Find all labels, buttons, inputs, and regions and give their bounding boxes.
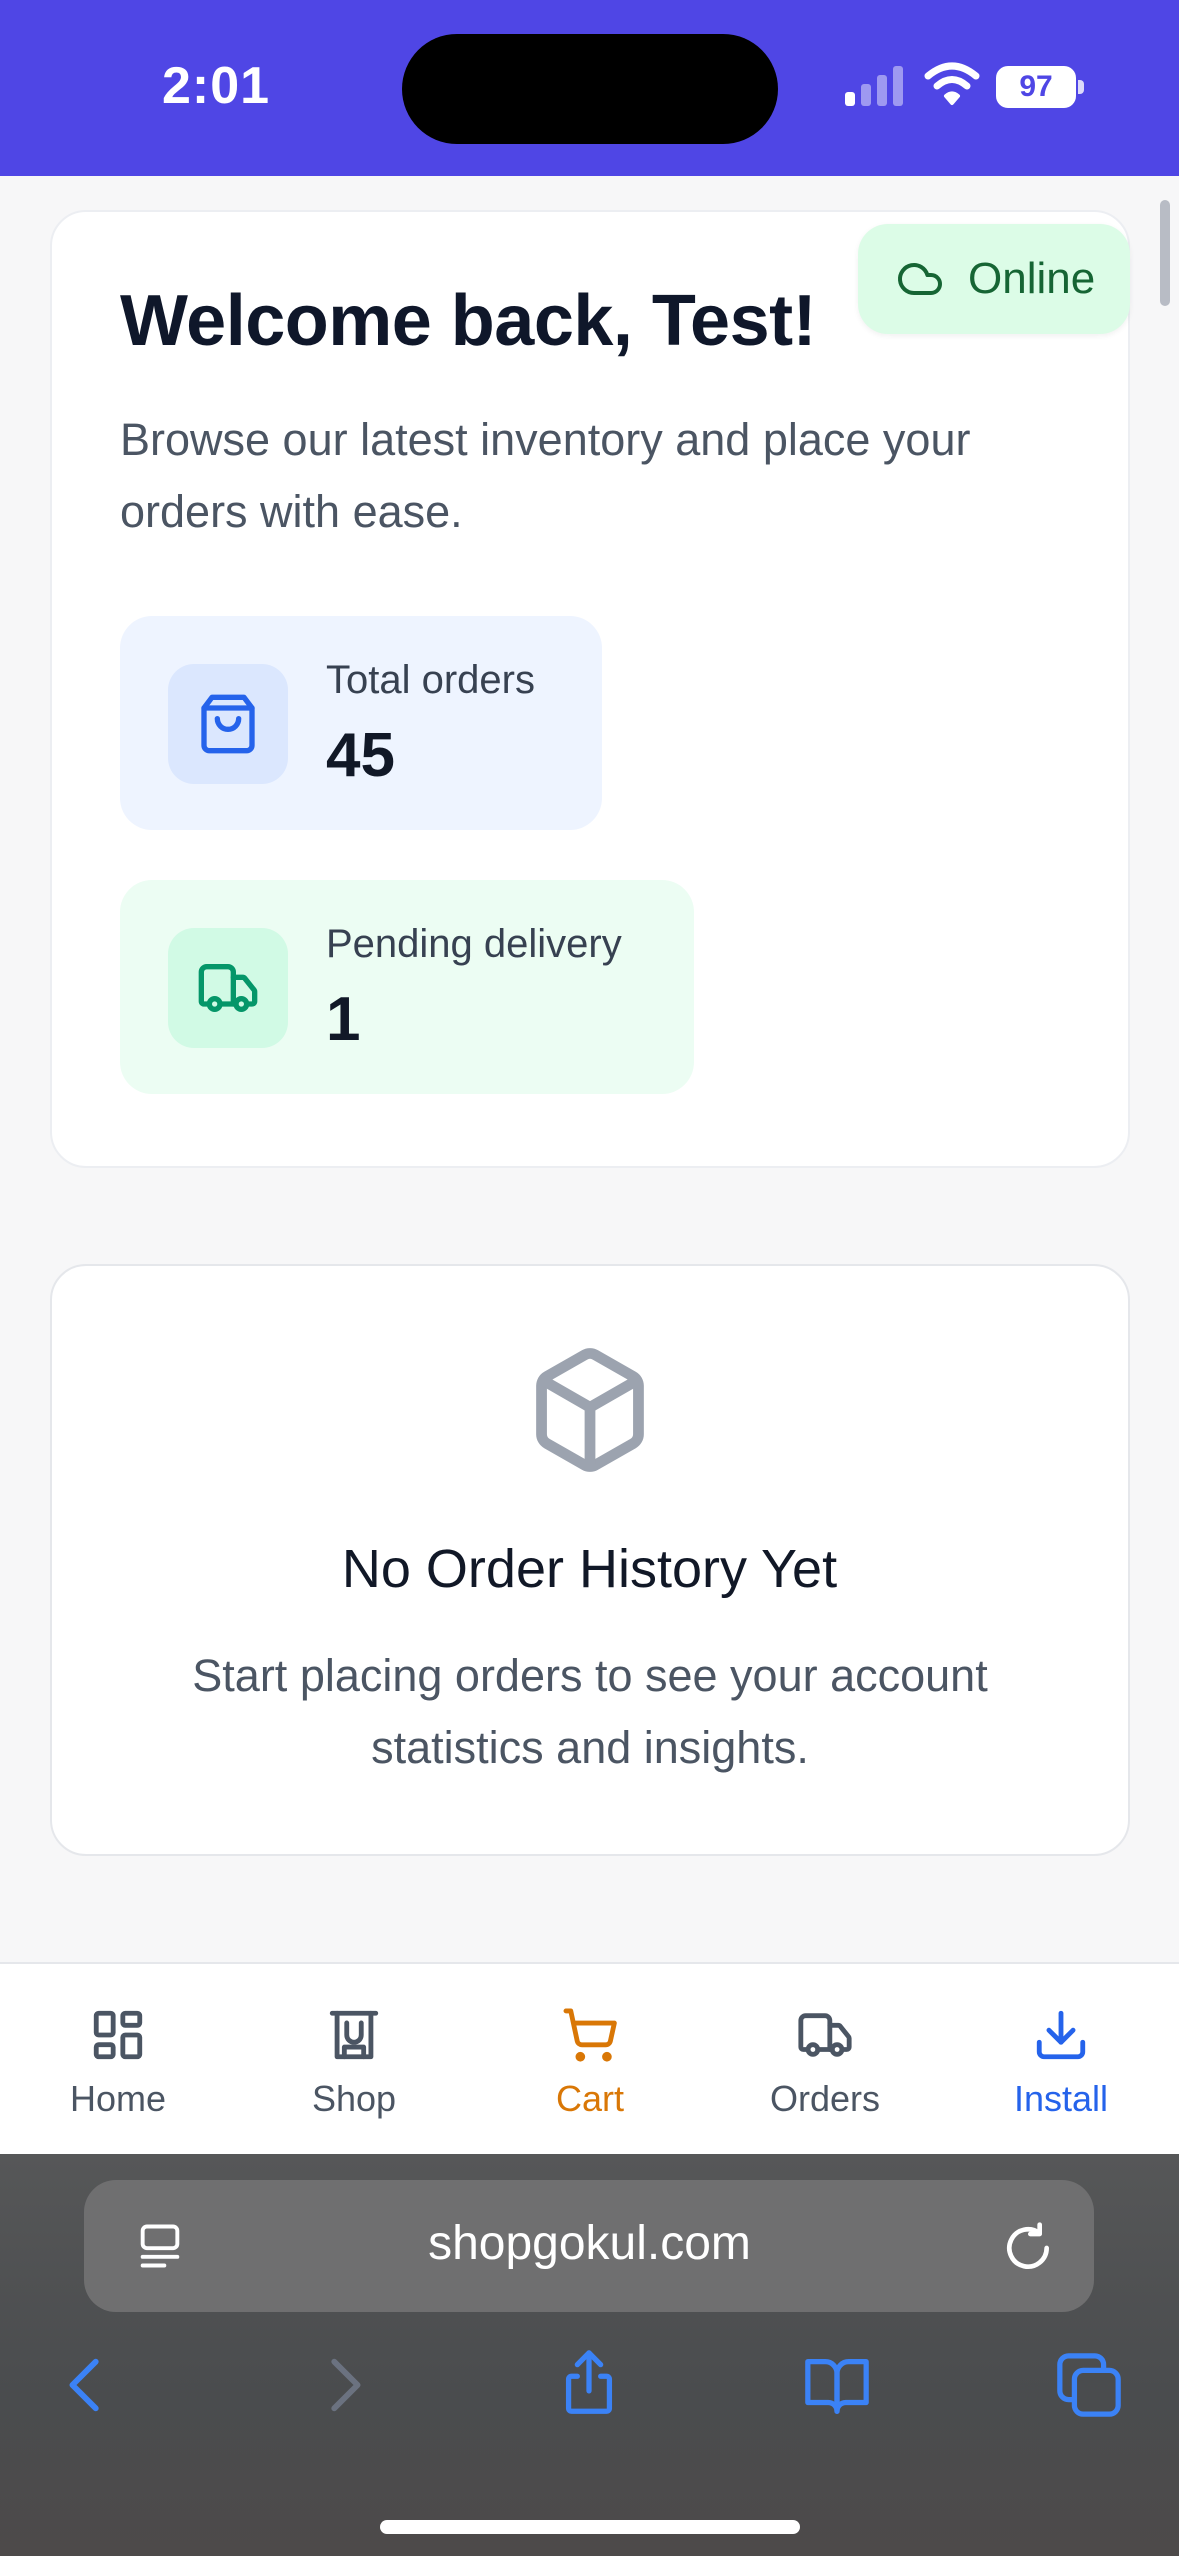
stat-icon-wrapper bbox=[168, 928, 288, 1048]
nav-label-install: Install bbox=[1013, 2078, 1109, 2119]
store-icon bbox=[329, 2010, 379, 2060]
nav-label-cart: Cart bbox=[555, 2078, 624, 2119]
empty-state-message: Start placing orders to see your account… bbox=[192, 1650, 988, 1773]
battery-icon: 97 bbox=[996, 66, 1076, 108]
home-indicator[interactable] bbox=[380, 2520, 800, 2534]
welcome-subtitle: Browse our latest inventory and place yo… bbox=[120, 414, 971, 537]
stat-label: Total orders bbox=[326, 658, 535, 702]
stat-value: 1 bbox=[326, 985, 361, 1054]
nav-item-cart[interactable]: Cart bbox=[472, 1964, 708, 2156]
nav-label-home: Home bbox=[69, 2078, 167, 2119]
total-orders-card[interactable]: Total orders 45 bbox=[120, 616, 602, 830]
share-icon[interactable] bbox=[554, 2350, 624, 2420]
tabs-icon[interactable] bbox=[1054, 2350, 1124, 2420]
online-label: Online bbox=[968, 254, 1096, 303]
welcome-title: Welcome back, Test! bbox=[120, 281, 817, 361]
empty-state-title: No Order History Yet bbox=[341, 1539, 838, 1599]
nav-item-orders[interactable]: Orders bbox=[707, 1964, 943, 2156]
stat-label: Pending delivery bbox=[326, 922, 622, 966]
scroll-indicator[interactable] bbox=[1160, 200, 1170, 306]
bottom-nav: Home Shop Cart Orders Install bbox=[0, 1962, 1179, 2154]
nav-item-install[interactable]: Install bbox=[943, 1964, 1179, 2156]
cellular-signal-icon bbox=[845, 66, 903, 106]
nav-item-home[interactable]: Home bbox=[0, 1964, 236, 2156]
shopping-bag-icon bbox=[201, 694, 255, 754]
forward-icon[interactable] bbox=[308, 2350, 378, 2420]
stat-icon-wrapper bbox=[168, 664, 288, 784]
download-icon bbox=[1036, 2010, 1086, 2060]
nav-label-shop: Shop bbox=[311, 2078, 397, 2119]
reload-icon[interactable] bbox=[1000, 2220, 1056, 2276]
status-time: 2:01 bbox=[162, 57, 271, 115]
cart-icon bbox=[563, 2008, 617, 2062]
truck-icon bbox=[798, 2013, 852, 2057]
package-icon bbox=[536, 1348, 644, 1472]
nav-label-orders: Orders bbox=[769, 2078, 881, 2119]
back-icon[interactable] bbox=[52, 2350, 122, 2420]
dynamic-island bbox=[402, 34, 778, 144]
wifi-icon bbox=[924, 62, 980, 105]
truck-icon bbox=[198, 964, 258, 1012]
stat-value: 45 bbox=[326, 721, 395, 790]
cloud-icon bbox=[897, 263, 942, 295]
pending-delivery-card[interactable]: Pending delivery 1 bbox=[120, 880, 694, 1094]
nav-item-shop[interactable]: Shop bbox=[236, 1964, 472, 2156]
grid-icon bbox=[93, 2010, 143, 2060]
online-status-badge: Online bbox=[858, 224, 1130, 334]
battery-nub bbox=[1078, 80, 1084, 94]
bookmarks-icon[interactable] bbox=[802, 2350, 872, 2420]
